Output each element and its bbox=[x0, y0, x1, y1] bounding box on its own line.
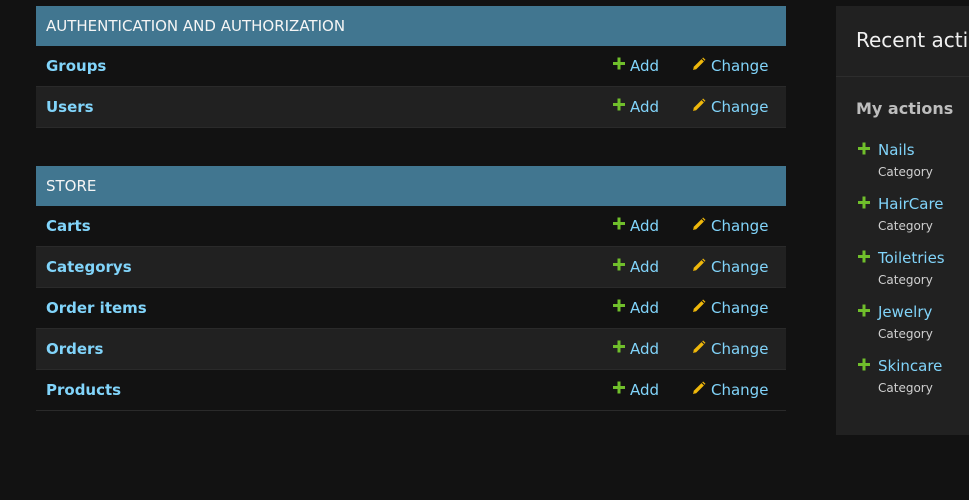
action-type-label: Category bbox=[878, 165, 933, 179]
add-label: Add bbox=[630, 340, 660, 358]
action-link-jewelry[interactable]: Jewelry bbox=[878, 303, 932, 321]
recent-actions-panel: Recent actions My actions Nails Category… bbox=[836, 6, 969, 435]
change-label: Change bbox=[711, 258, 769, 276]
model-row-users: Users Add Change bbox=[36, 87, 786, 128]
model-link-categorys[interactable]: Categorys bbox=[46, 258, 132, 276]
plus-icon bbox=[613, 217, 625, 230]
model-row-categorys: Categorys Add Change bbox=[36, 247, 786, 288]
change-products-link[interactable]: Change bbox=[691, 381, 768, 399]
plus-icon bbox=[613, 98, 625, 111]
model-row-orders: Orders Add Change bbox=[36, 329, 786, 370]
change-label: Change bbox=[711, 217, 769, 235]
plus-icon bbox=[858, 358, 870, 371]
add-orders-link[interactable]: Add bbox=[613, 340, 659, 358]
plus-icon bbox=[858, 250, 870, 263]
plus-icon bbox=[613, 381, 625, 394]
module-authentication-and-authorization: AUTHENTICATION AND AUTHORIZATION Groups … bbox=[36, 6, 786, 128]
add-label: Add bbox=[630, 258, 660, 276]
action-type-label: Category bbox=[878, 327, 933, 341]
add-label: Add bbox=[630, 381, 660, 399]
change-label: Change bbox=[711, 98, 769, 116]
module-title: AUTHENTICATION AND AUTHORIZATION bbox=[46, 17, 346, 35]
action-link-toiletries[interactable]: Toiletries bbox=[878, 249, 945, 267]
add-label: Add bbox=[630, 98, 660, 116]
action-type-label: Category bbox=[878, 381, 933, 395]
action-type-label: Category bbox=[878, 219, 933, 233]
plus-icon bbox=[858, 304, 870, 317]
model-link-products[interactable]: Products bbox=[46, 381, 121, 399]
pencil-icon bbox=[691, 340, 706, 355]
action-type-label: Category bbox=[878, 273, 933, 287]
change-users-link[interactable]: Change bbox=[691, 98, 768, 116]
add-label: Add bbox=[630, 57, 660, 75]
pencil-icon bbox=[691, 299, 706, 314]
model-row-groups: Groups Add Change bbox=[36, 46, 786, 87]
model-link-groups[interactable]: Groups bbox=[46, 57, 106, 75]
model-link-orders[interactable]: Orders bbox=[46, 340, 103, 358]
plus-icon bbox=[613, 258, 625, 271]
add-users-link[interactable]: Add bbox=[613, 98, 659, 116]
add-products-link[interactable]: Add bbox=[613, 381, 659, 399]
my-actions-heading: My actions bbox=[856, 99, 954, 118]
module-store: STORE Carts Add Change Categorys Add Cha… bbox=[36, 166, 786, 411]
add-categorys-link[interactable]: Add bbox=[613, 258, 659, 276]
change-carts-link[interactable]: Change bbox=[691, 217, 768, 235]
add-order-items-link[interactable]: Add bbox=[613, 299, 659, 317]
change-orders-link[interactable]: Change bbox=[691, 340, 768, 358]
action-link-skincare[interactable]: Skincare bbox=[878, 357, 942, 375]
recent-actions-title: Recent actions bbox=[856, 28, 969, 52]
pencil-icon bbox=[691, 98, 706, 113]
change-label: Change bbox=[711, 299, 769, 317]
model-link-carts[interactable]: Carts bbox=[46, 217, 91, 235]
action-link-nails[interactable]: Nails bbox=[878, 141, 915, 159]
change-label: Change bbox=[711, 57, 769, 75]
model-row-products: Products Add Change bbox=[36, 370, 786, 411]
module-header: STORE bbox=[36, 166, 786, 206]
plus-icon bbox=[613, 340, 625, 353]
plus-icon bbox=[858, 142, 870, 155]
plus-icon bbox=[613, 57, 625, 70]
model-row-order-items: Order items Add Change bbox=[36, 288, 786, 329]
pencil-icon bbox=[691, 217, 706, 232]
action-link-haircare[interactable]: HairCare bbox=[878, 195, 944, 213]
pencil-icon bbox=[691, 258, 706, 273]
change-label: Change bbox=[711, 340, 769, 358]
add-groups-link[interactable]: Add bbox=[613, 57, 659, 75]
plus-icon bbox=[613, 299, 625, 312]
plus-icon bbox=[858, 196, 870, 209]
module-header: AUTHENTICATION AND AUTHORIZATION bbox=[36, 6, 786, 46]
pencil-icon bbox=[691, 57, 706, 72]
change-label: Change bbox=[711, 381, 769, 399]
change-categorys-link[interactable]: Change bbox=[691, 258, 768, 276]
pencil-icon bbox=[691, 381, 706, 396]
divider bbox=[836, 76, 969, 77]
change-order-items-link[interactable]: Change bbox=[691, 299, 768, 317]
add-label: Add bbox=[630, 299, 660, 317]
model-link-users[interactable]: Users bbox=[46, 98, 94, 116]
add-label: Add bbox=[630, 217, 660, 235]
change-groups-link[interactable]: Change bbox=[691, 57, 768, 75]
model-link-order-items[interactable]: Order items bbox=[46, 299, 147, 317]
add-carts-link[interactable]: Add bbox=[613, 217, 659, 235]
model-row-carts: Carts Add Change bbox=[36, 206, 786, 247]
module-title: STORE bbox=[46, 177, 97, 195]
